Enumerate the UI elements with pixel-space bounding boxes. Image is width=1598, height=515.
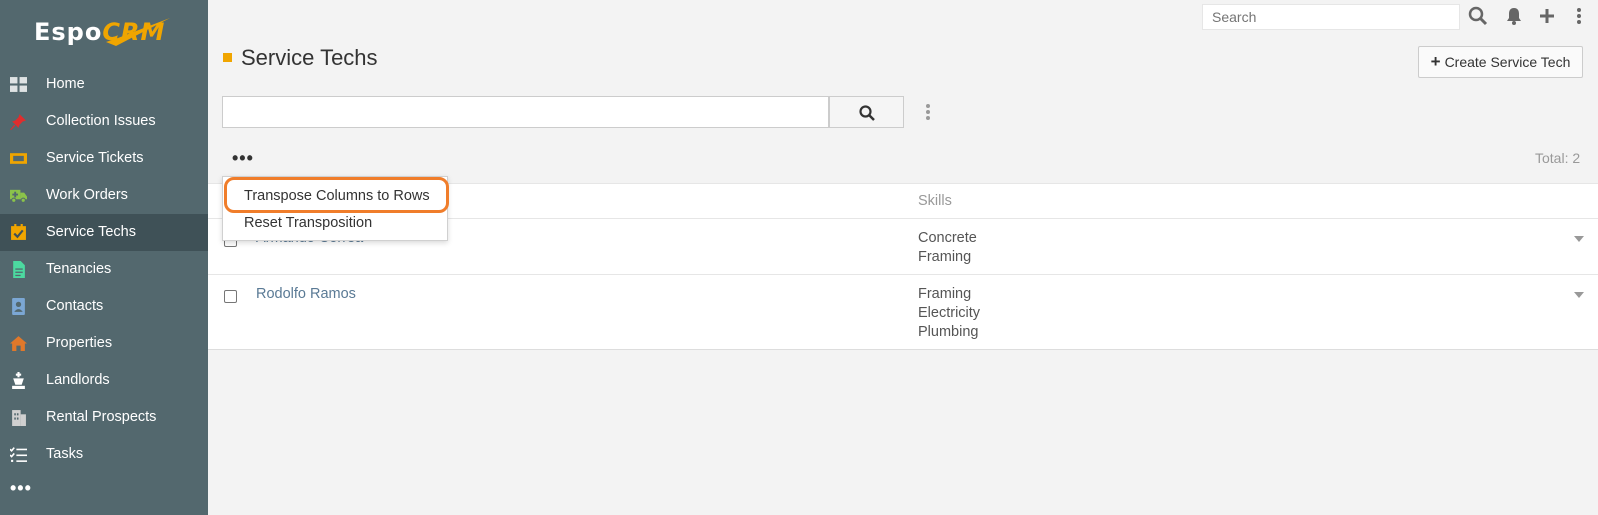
sidebar-more-button[interactable]: ••• [10, 478, 32, 499]
row-name-link[interactable]: Rodolfo Ramos [256, 286, 356, 302]
sidebar-item-home[interactable]: Home [0, 66, 208, 103]
list-actions-button[interactable]: ••• [232, 148, 254, 169]
plus-icon: + [1430, 52, 1441, 71]
list-actions-dropdown: Transpose Columns to Rows Reset Transpos… [222, 176, 448, 241]
ticket-icon [10, 153, 27, 164]
row-skills: Concrete Framing [918, 230, 977, 265]
calendar-check-icon [11, 224, 26, 240]
row-actions-caret-icon[interactable] [1574, 292, 1584, 298]
plus-icon[interactable] [1537, 6, 1557, 26]
sidebar-item-landlords[interactable]: Landlords [0, 362, 208, 399]
search-icon [859, 105, 875, 121]
sidebar-item-service-techs[interactable]: Service Techs [0, 214, 208, 251]
contact-card-icon [12, 298, 25, 315]
sidebar-item-collection-issues[interactable]: Collection Issues [0, 103, 208, 140]
kebab-menu-icon[interactable] [1569, 6, 1589, 26]
chess-king-icon [12, 372, 25, 389]
column-header-skills[interactable]: Skills [918, 193, 952, 209]
app-logo[interactable]: EspoCRM [0, 0, 208, 66]
list-filter-input[interactable] [222, 96, 829, 128]
bell-icon[interactable] [1504, 6, 1524, 26]
document-icon [13, 261, 25, 278]
filter-options-kebab-icon[interactable] [925, 103, 931, 121]
sidebar-item-rental-prospects[interactable]: Rental Prospects [0, 399, 208, 436]
sidebar-nav: Home Collection Issues Service Tickets W… [0, 66, 208, 473]
home-grid-icon [10, 77, 27, 92]
title-accent-square [223, 53, 232, 62]
sidebar-item-tenancies[interactable]: Tenancies [0, 251, 208, 288]
global-search-input[interactable] [1202, 4, 1460, 30]
row-skills: Framing Electricity Plumbing [918, 286, 981, 340]
pin-icon [10, 114, 26, 130]
sidebar-item-work-orders[interactable]: Work Orders [0, 177, 208, 214]
menu-item-reset-transposition[interactable]: Reset Transposition [244, 215, 372, 231]
house-icon [10, 336, 27, 351]
tasks-list-icon [10, 447, 27, 462]
row-actions-caret-icon[interactable] [1574, 236, 1584, 242]
building-icon [12, 410, 26, 426]
row-checkbox[interactable] [224, 290, 237, 303]
total-count: Total: 2 [1535, 150, 1581, 166]
ambulance-icon [10, 189, 27, 203]
menu-item-transpose-columns[interactable]: Transpose Columns to Rows [244, 188, 430, 204]
sidebar: EspoCRM Home Collection Issues Service T… [0, 0, 208, 515]
create-service-tech-button[interactable]: + Create Service Tech [1418, 46, 1583, 78]
row-divider [208, 274, 1598, 275]
logo-swoosh-icon [106, 18, 170, 46]
sidebar-item-properties[interactable]: Properties [0, 325, 208, 362]
list-search-button[interactable] [829, 96, 904, 128]
sidebar-item-contacts[interactable]: Contacts [0, 288, 208, 325]
sidebar-item-tasks[interactable]: Tasks [0, 436, 208, 473]
sidebar-item-service-tickets[interactable]: Service Tickets [0, 140, 208, 177]
search-icon[interactable] [1468, 6, 1488, 26]
page-title: Service Techs [241, 45, 378, 70]
